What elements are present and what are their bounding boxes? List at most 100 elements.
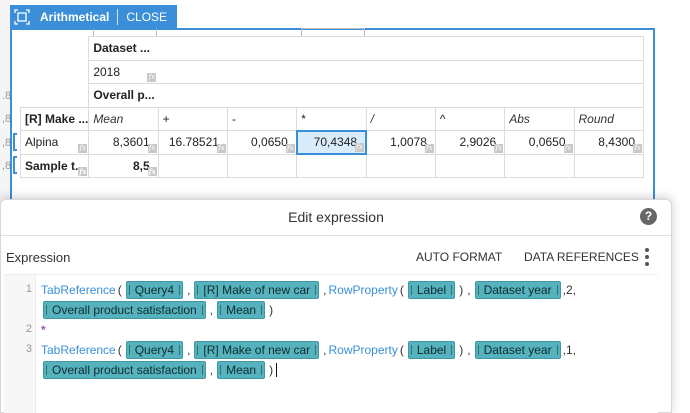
fx-icon: fx: [78, 143, 88, 153]
code-line: TabReference ( Query4 , [R] Make of new …: [41, 340, 576, 360]
table-row: Sample t... fx 8,5 fx: [19, 153, 644, 178]
selected-cell[interactable]: 70,4348 fx: [295, 129, 368, 155]
table-cell[interactable]: 2,9026 fx: [434, 130, 506, 155]
table-cell[interactable]: [226, 153, 298, 178]
paren: (: [117, 283, 122, 297]
header-cell-text: 2018: [93, 64, 121, 79]
function-name: RowProperty: [328, 343, 398, 357]
fx-icon: fx: [285, 143, 295, 153]
edit-expression-dialog: Edit expression ? Expression AUTO FORMAT…: [0, 199, 672, 413]
reference-token[interactable]: Overall product satisfaction: [43, 301, 206, 319]
function-name: RowProperty: [328, 283, 398, 297]
column-header[interactable]: *: [296, 106, 367, 131]
column-header[interactable]: /: [365, 106, 436, 131]
column-header[interactable]: +: [157, 106, 228, 131]
fx-icon: fx: [147, 143, 157, 153]
cell-value: 70,4348: [313, 135, 358, 150]
help-icon[interactable]: ?: [640, 208, 657, 225]
reference-token[interactable]: Label: [407, 281, 456, 299]
fx-icon: fx: [216, 143, 226, 153]
cell-value: 0,0650: [251, 135, 288, 150]
reference-token[interactable]: [R] Make of new car: [194, 281, 320, 299]
column-header[interactable]: Round: [573, 106, 644, 131]
table-cell[interactable]: [365, 153, 436, 178]
reference-token[interactable]: Dataset year: [474, 281, 561, 299]
expression-editor[interactable]: 1 2 3 TabReference ( Query4 , [R] Make o…: [4, 274, 658, 413]
line-number: 1: [25, 283, 32, 295]
table-cell[interactable]: [434, 153, 506, 178]
table-cell[interactable]: [504, 153, 575, 178]
select-frame-icon[interactable]: [10, 5, 34, 29]
column-header[interactable]: Mean: [88, 106, 159, 131]
table-toolbar: Arithmetical CLOSE: [10, 5, 178, 29]
reference-token[interactable]: Query4: [125, 281, 184, 299]
table-cell[interactable]: [296, 153, 367, 178]
reference-token[interactable]: Mean: [217, 301, 266, 319]
line-number: 2: [25, 323, 32, 335]
reference-token[interactable]: Dataset year: [474, 341, 561, 359]
reference-token[interactable]: Mean: [217, 361, 266, 379]
table-cell[interactable]: 8,3601 fx: [88, 130, 159, 155]
header-field-tab: [301, 28, 365, 36]
code-line: TabReference ( Query4 , [R] Make of new …: [41, 280, 576, 300]
table-cell[interactable]: 1,0078 fx: [365, 130, 436, 155]
kebab-menu-icon[interactable]: [644, 248, 650, 266]
data-table: Dataset ... 2018 fx Overall p... [R] Mak…: [19, 36, 644, 178]
comma: ,: [467, 283, 471, 297]
left-edge-strip: [0, 0, 10, 205]
fx-icon: fx: [147, 73, 157, 82]
table-cell[interactable]: 0,0650 fx: [226, 130, 298, 155]
toolbar-title: Arithmetical: [34, 9, 119, 25]
column-header[interactable]: Abs: [504, 106, 575, 131]
fx-icon: fx: [355, 143, 365, 152]
dialog-title: Edit expression: [288, 209, 384, 225]
table-cell[interactable]: 8,4300 fx: [573, 130, 644, 155]
row-label[interactable]: Alpina fx: [19, 130, 90, 155]
column-header[interactable]: -: [226, 106, 298, 131]
table-cell[interactable]: [573, 153, 644, 178]
row-label[interactable]: Sample t... fx: [19, 153, 90, 178]
comma: ,: [323, 343, 327, 357]
reference-token[interactable]: Overall product satisfaction: [43, 361, 206, 379]
argument-text: ,1,: [562, 343, 576, 357]
cell-value: 8,3601: [112, 135, 150, 150]
comma: ,: [209, 303, 214, 317]
text-cursor: [276, 363, 278, 377]
cell-value: 8,4300: [598, 135, 635, 150]
paren: ): [459, 283, 464, 297]
header-field-tab: [93, 28, 157, 36]
reference-token[interactable]: Label: [407, 341, 456, 359]
header-cell[interactable]: Overall p...: [88, 83, 644, 108]
function-name: TabReference: [41, 283, 116, 297]
header-cell[interactable]: Dataset ...: [88, 36, 644, 61]
reference-token[interactable]: Query4: [125, 341, 184, 359]
row-marker: [13, 133, 17, 151]
empty-cell: [21, 60, 89, 84]
data-references-button[interactable]: DATA REFERENCES: [524, 250, 639, 264]
table-cell[interactable]: [157, 153, 228, 178]
empty-cell: [21, 84, 89, 108]
table-cell[interactable]: 8,5 fx: [88, 153, 159, 178]
paren: (: [399, 283, 404, 297]
row-marker: [13, 156, 17, 174]
fx-icon: fx: [78, 167, 88, 176]
comma: ,: [323, 283, 327, 297]
cell-value: 2,9026: [459, 135, 497, 150]
column-header[interactable]: [R] Make ...: [19, 106, 90, 131]
operator: *: [41, 323, 46, 337]
table-cell[interactable]: 0,0650 fx: [504, 130, 575, 155]
header-cell[interactable]: 2018 fx: [88, 59, 644, 84]
fx-icon: fx: [633, 143, 642, 153]
expression-label: Expression: [6, 250, 71, 265]
column-header[interactable]: ^: [434, 106, 506, 131]
cell-value: 16.78521: [168, 135, 219, 150]
table-cell[interactable]: 16.78521 fx: [157, 130, 228, 155]
auto-format-button[interactable]: AUTO FORMAT: [416, 250, 502, 264]
function-name: TabReference: [41, 343, 116, 357]
cell-value: 0,0650: [528, 135, 566, 150]
divider: [1, 235, 671, 236]
close-button[interactable]: CLOSE: [118, 10, 177, 24]
reference-token[interactable]: [R] Make of new car: [194, 341, 320, 359]
fx-icon: fx: [563, 143, 573, 153]
row-label-text: Sample t...: [25, 158, 86, 173]
